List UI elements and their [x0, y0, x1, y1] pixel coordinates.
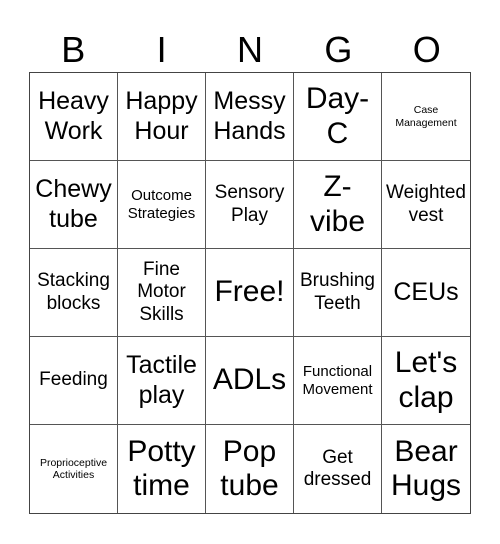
header-letter-g: G	[324, 29, 353, 70]
bingo-cell[interactable]: Sensory Play	[206, 161, 294, 249]
bingo-cell[interactable]: Proprioceptive Activities	[30, 425, 118, 513]
bingo-cell[interactable]: Weighted vest	[382, 161, 470, 249]
bingo-cell[interactable]: ADLs	[206, 337, 294, 425]
bingo-cell[interactable]: Happy Hour	[118, 73, 206, 161]
bingo-cell[interactable]: Brushing Teeth	[294, 249, 382, 337]
bingo-cell[interactable]: Tactile play	[118, 337, 206, 425]
header-letter-i: I	[156, 29, 167, 70]
bingo-cell[interactable]: Stacking blocks	[30, 249, 118, 337]
free-space-cell[interactable]: Free!	[206, 249, 294, 337]
bingo-cell[interactable]: Messy Hands	[206, 73, 294, 161]
bingo-cell[interactable]: Z-vibe	[294, 161, 382, 249]
bingo-cell[interactable]: Feeding	[30, 337, 118, 425]
bingo-cell[interactable]: Functional Movement	[294, 337, 382, 425]
header-letter-n: N	[236, 29, 263, 70]
bingo-cell[interactable]: Let's clap	[382, 337, 470, 425]
header-letter-b: B	[61, 29, 86, 70]
bingo-cell[interactable]: Bear Hugs	[382, 425, 470, 513]
bingo-cell[interactable]: Outcome Strategies	[118, 161, 206, 249]
bingo-cell[interactable]: Pop tube	[206, 425, 294, 513]
header-letter-o: O	[412, 29, 441, 70]
bingo-board: Heavy Work Happy Hour Messy Hands Day-C …	[29, 72, 471, 514]
bingo-cell[interactable]: CEUs	[382, 249, 470, 337]
bingo-cell[interactable]: Potty time	[118, 425, 206, 513]
bingo-cell[interactable]: Case Management	[382, 73, 470, 161]
bingo-header: B I N G O	[29, 28, 471, 72]
bingo-cell[interactable]: Heavy Work	[30, 73, 118, 161]
bingo-cell[interactable]: Fine Motor Skills	[118, 249, 206, 337]
bingo-cell[interactable]: Chewy tube	[30, 161, 118, 249]
bingo-cell[interactable]: Get dressed	[294, 425, 382, 513]
bingo-cell[interactable]: Day-C	[294, 73, 382, 161]
